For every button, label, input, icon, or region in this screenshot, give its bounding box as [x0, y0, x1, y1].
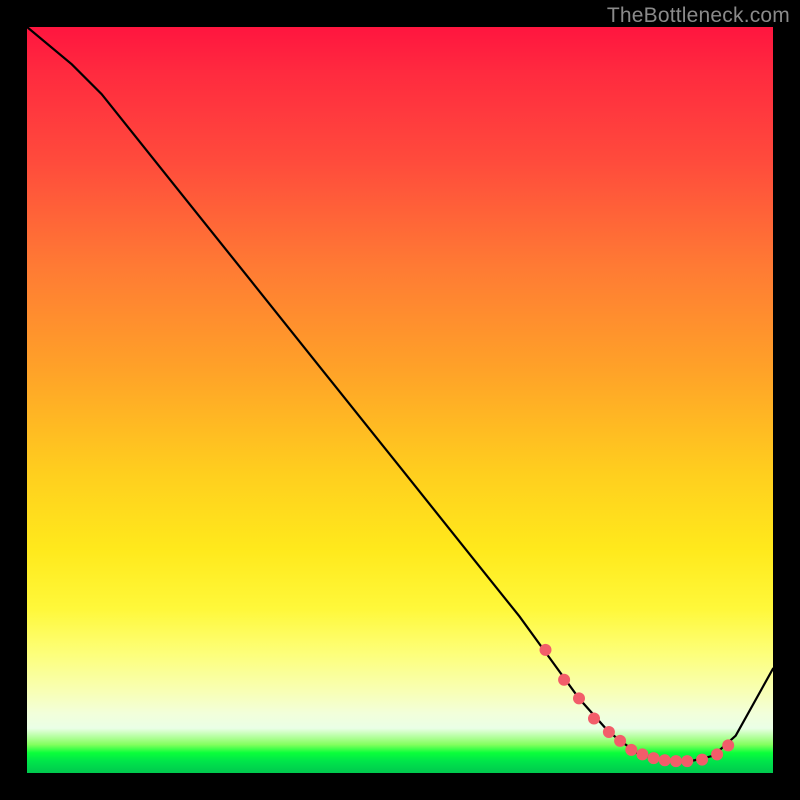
marker-point	[636, 748, 648, 760]
chart-frame: TheBottleneck.com	[0, 0, 800, 800]
marker-point	[558, 674, 570, 686]
marker-point	[711, 748, 723, 760]
marker-point	[588, 713, 600, 725]
marker-point	[722, 739, 734, 751]
marker-point	[648, 752, 660, 764]
marker-point	[659, 754, 671, 766]
marker-point	[670, 755, 682, 767]
marker-point	[681, 755, 693, 767]
marker-point	[696, 754, 708, 766]
marker-point	[573, 692, 585, 704]
marker-point	[540, 644, 552, 656]
marker-point	[614, 735, 626, 747]
bottleneck-curve	[27, 27, 773, 761]
watermark-text: TheBottleneck.com	[607, 4, 790, 28]
chart-svg	[27, 27, 773, 773]
highlight-markers	[540, 644, 735, 767]
marker-point	[603, 726, 615, 738]
marker-point	[625, 744, 637, 756]
